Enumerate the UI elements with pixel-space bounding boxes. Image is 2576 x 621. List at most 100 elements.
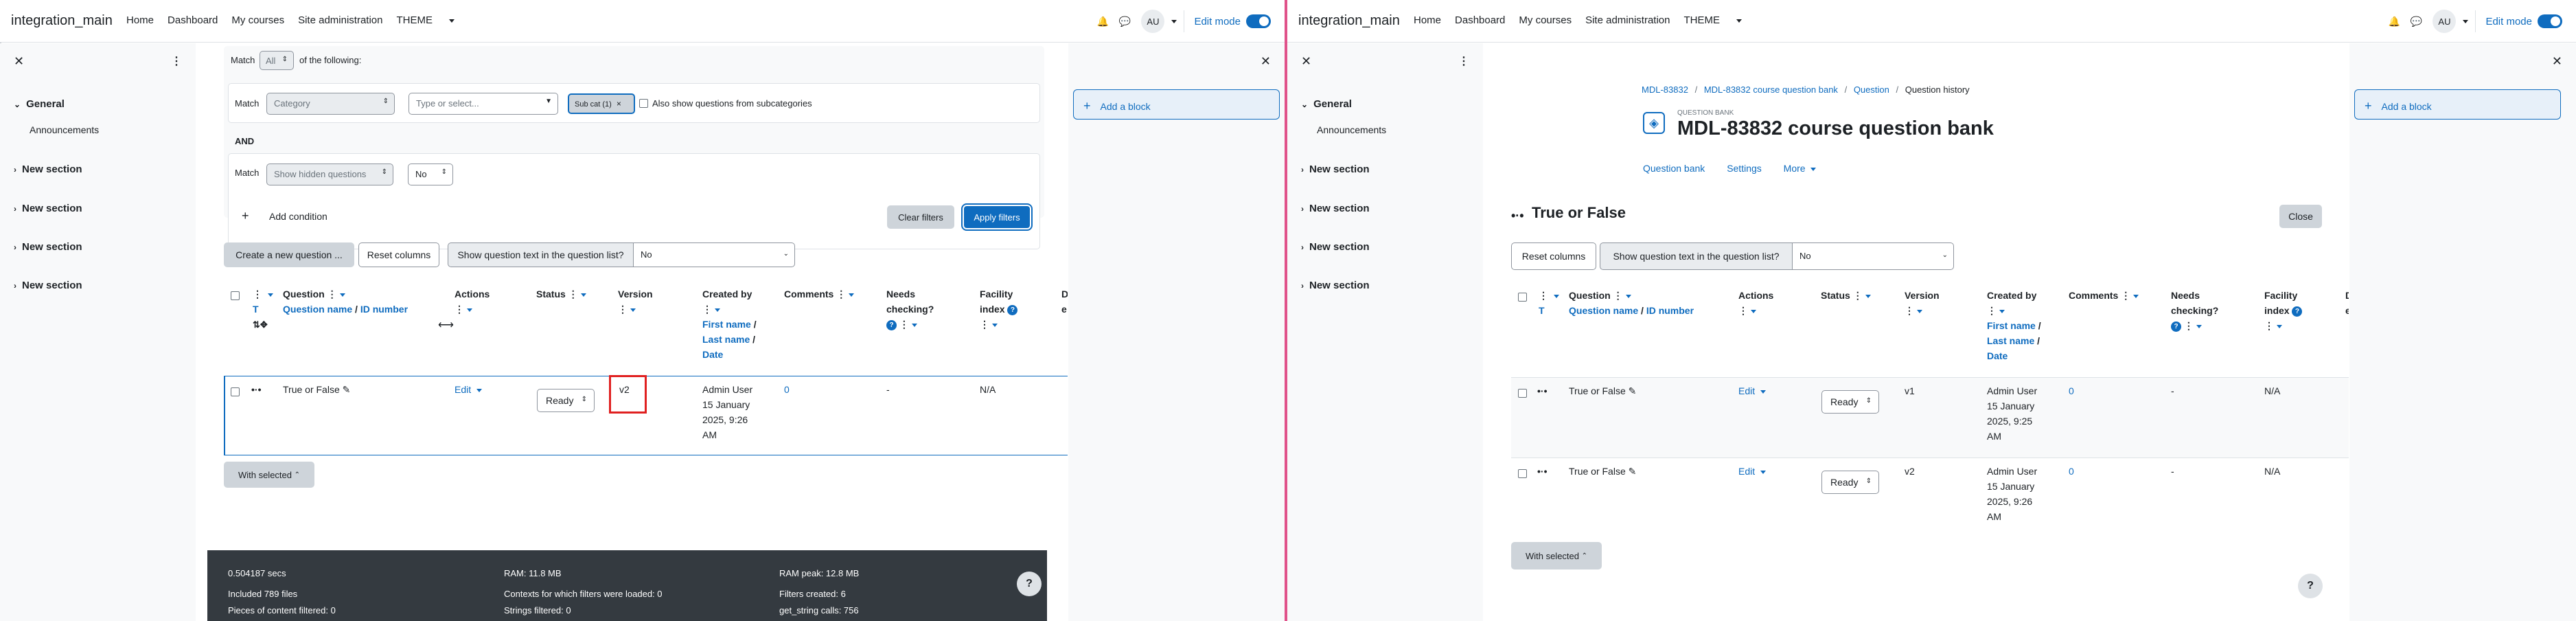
section-general[interactable]: ⌄ General: [1301, 98, 1352, 110]
plus-icon[interactable]: +: [242, 209, 249, 223]
select-all-checkbox[interactable]: [1518, 293, 1527, 302]
column-menu-icon[interactable]: ⋮: [1539, 290, 1548, 301]
column-menu-icon[interactable]: ⋮: [253, 289, 262, 300]
select-all-checkbox[interactable]: [231, 291, 240, 300]
nav-home[interactable]: Home: [126, 14, 154, 26]
sort-first-name-link[interactable]: First name: [1987, 320, 2036, 331]
close-icon[interactable]: ✕: [1261, 54, 1271, 69]
pencil-icon[interactable]: ✎: [1629, 385, 1637, 396]
help-icon[interactable]: ?: [1007, 304, 1018, 315]
close-icon[interactable]: ✕: [14, 54, 24, 69]
sort-last-name-link[interactable]: Last name: [1987, 335, 2034, 346]
section-new-4[interactable]: › New section: [14, 280, 82, 291]
nav-site-admin[interactable]: Site administration: [298, 14, 382, 26]
show-text-select[interactable]: No ⌄: [633, 242, 795, 267]
with-selected-button[interactable]: With selected ⌃: [1511, 542, 1602, 569]
edit-mode-label[interactable]: Edit mode: [2485, 16, 2532, 27]
user-menu-chevron-icon[interactable]: [1171, 19, 1177, 23]
add-condition-button[interactable]: Add condition: [269, 211, 327, 222]
resize-handle-icon[interactable]: ⟷: [438, 318, 454, 332]
sort-question-name-link[interactable]: Question name: [1569, 305, 1638, 316]
comments-link[interactable]: 0: [2069, 383, 2074, 398]
chip-close-icon[interactable]: ×: [617, 99, 621, 109]
chat-icon[interactable]: 💬: [1119, 16, 1131, 27]
chat-icon[interactable]: 💬: [2411, 16, 2422, 27]
tab-settings[interactable]: Settings: [1727, 163, 1762, 174]
edit-menu[interactable]: Edit: [1738, 464, 1767, 479]
comments-link[interactable]: 0: [784, 382, 790, 397]
avatar[interactable]: AU: [2433, 10, 2457, 33]
column-menu-icon[interactable]: ⋮: [327, 289, 337, 300]
table-row[interactable]: [1511, 458, 2349, 538]
edit-mode-label[interactable]: Edit mode: [1194, 16, 1241, 27]
drag-icon[interactable]: •·•: [1511, 209, 1524, 223]
column-menu-icon[interactable]: ⋮: [1613, 290, 1623, 301]
table-row[interactable]: [1511, 377, 2349, 458]
close-button[interactable]: Close: [2279, 205, 2322, 228]
section-new-2[interactable]: › New section: [14, 203, 82, 214]
nav-my-courses[interactable]: My courses: [231, 14, 284, 26]
section-item-announcements[interactable]: Announcements: [1317, 124, 1386, 135]
category-chip[interactable]: Sub cat (1) ×: [568, 93, 635, 114]
with-selected-button[interactable]: With selected ⌃: [224, 462, 314, 488]
section-new-1[interactable]: › New section: [1301, 163, 1370, 175]
sort-id-number-link[interactable]: ID number: [360, 304, 408, 315]
nav-my-courses[interactable]: My courses: [1519, 14, 1572, 26]
site-brand[interactable]: integration_main: [1298, 13, 1400, 29]
column-menu-icon[interactable]: ⋮: [1987, 305, 1997, 316]
bell-icon[interactable]: 🔔: [1097, 16, 1109, 27]
drag-icon[interactable]: •·•: [251, 382, 261, 397]
sort-type-link[interactable]: T: [1539, 305, 1545, 316]
create-question-button[interactable]: Create a new question ...: [224, 242, 354, 267]
sort-date-link[interactable]: Date: [1987, 350, 2008, 361]
category-search-input[interactable]: Type or select... ▼: [409, 93, 558, 115]
column-menu-icon[interactable]: ⋮: [455, 304, 464, 315]
sort-date-link[interactable]: Date: [702, 349, 723, 360]
breadcrumb-bank[interactable]: MDL-83832 course question bank: [1704, 84, 1838, 95]
show-text-select[interactable]: No ⌄: [1792, 242, 1954, 270]
help-icon[interactable]: ?: [2171, 321, 2181, 332]
column-menu-icon[interactable]: ⋮: [2184, 320, 2194, 331]
edit-mode-toggle[interactable]: [1246, 14, 1271, 28]
sort-type-link[interactable]: T: [253, 304, 259, 315]
type-column-header[interactable]: ⋮ T ⇅✥: [253, 286, 273, 332]
help-icon[interactable]: ?: [1017, 572, 1042, 596]
tab-more[interactable]: More: [1784, 163, 1817, 174]
reset-columns-button[interactable]: Reset columns: [1511, 242, 1596, 270]
section-item-announcements[interactable]: Announcements: [30, 124, 99, 135]
row-checkbox[interactable]: [1518, 389, 1527, 398]
sort-last-name-link[interactable]: Last name: [702, 334, 750, 345]
comments-link[interactable]: 0: [2069, 464, 2074, 479]
close-icon[interactable]: ✕: [2552, 54, 2562, 69]
pencil-icon[interactable]: ✎: [343, 384, 351, 395]
help-icon[interactable]: ?: [2298, 574, 2323, 598]
column-menu-icon[interactable]: ⋮: [980, 319, 989, 330]
add-block-button[interactable]: + Add a block: [1073, 89, 1280, 120]
section-new-2[interactable]: › New section: [1301, 203, 1370, 214]
edit-menu[interactable]: Edit: [1738, 383, 1767, 398]
section-new-3[interactable]: › New section: [14, 241, 82, 253]
reset-columns-button[interactable]: Reset columns: [358, 242, 439, 267]
condition-1-select[interactable]: Category ⇕: [266, 93, 395, 115]
apply-filters-button[interactable]: Apply filters: [961, 203, 1033, 231]
nav-site-admin[interactable]: Site administration: [1585, 14, 1670, 26]
column-menu-icon[interactable]: ⋮: [2121, 290, 2130, 301]
kebab-menu-icon[interactable]: ⋮: [171, 54, 182, 68]
column-menu-icon[interactable]: ⋮: [618, 304, 628, 315]
edit-mode-toggle[interactable]: [2538, 14, 2562, 28]
site-brand[interactable]: integration_main: [11, 13, 113, 29]
column-menu-icon[interactable]: ⋮: [702, 304, 712, 315]
help-icon[interactable]: ?: [2292, 306, 2303, 317]
pencil-icon[interactable]: ✎: [1629, 466, 1637, 477]
section-general[interactable]: ⌄ General: [14, 98, 65, 110]
avatar[interactable]: AU: [1141, 10, 1165, 33]
tab-question-bank[interactable]: Question bank: [1643, 163, 1705, 174]
help-icon[interactable]: ?: [886, 319, 897, 330]
condition-2-select[interactable]: Show hidden questions ⇕: [266, 163, 393, 185]
bell-icon[interactable]: 🔔: [2389, 16, 2400, 27]
column-menu-icon[interactable]: ⋮: [568, 289, 578, 300]
status-select[interactable]: Ready ⇕: [1821, 471, 1879, 494]
status-select[interactable]: Ready ⇕: [1821, 390, 1879, 414]
column-menu-icon[interactable]: ⋮: [836, 289, 846, 300]
drag-icon[interactable]: •·•: [1537, 464, 1547, 479]
